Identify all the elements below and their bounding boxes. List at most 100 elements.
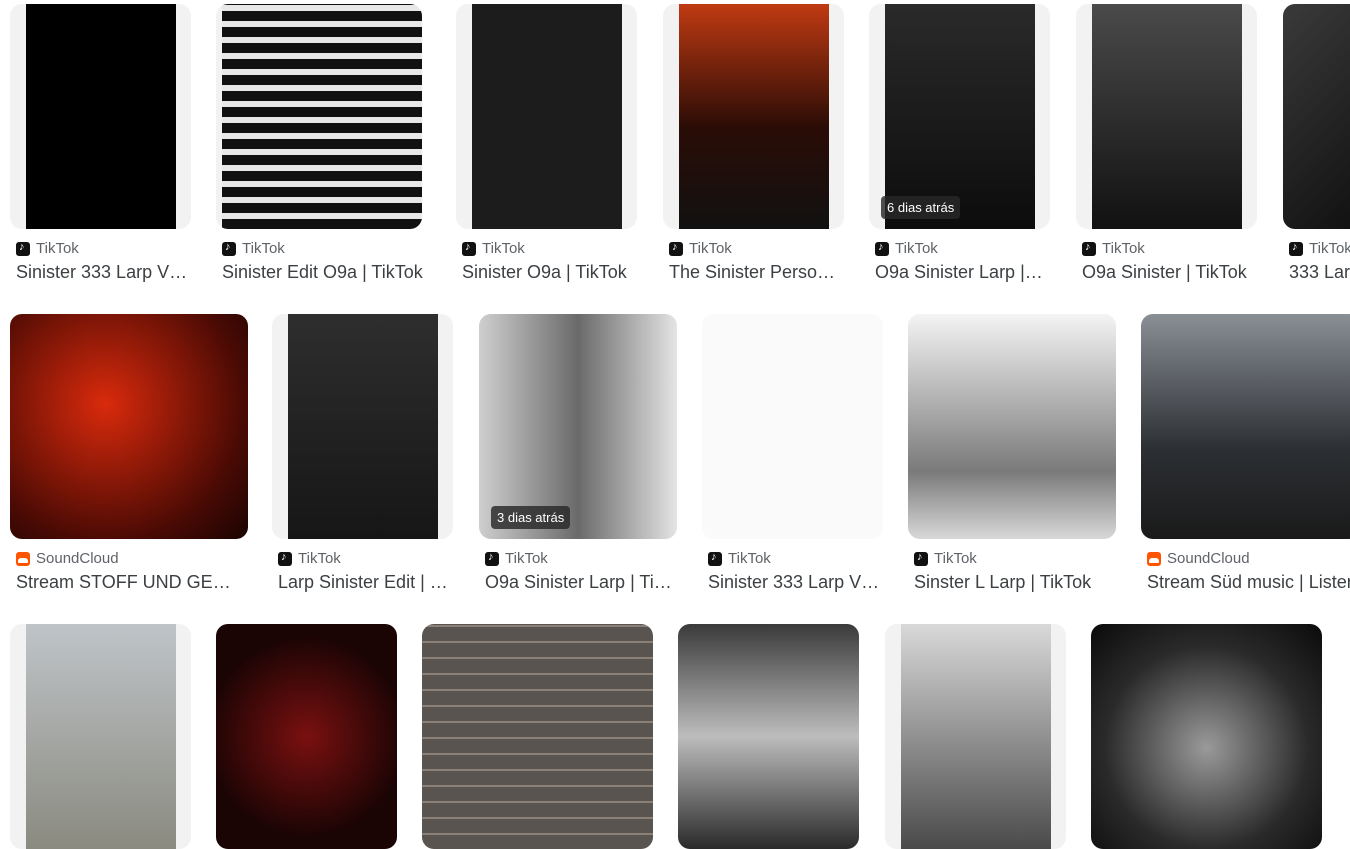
result-title[interactable]: Sinster L Larp | TikTok [914,572,1122,593]
tiktok-icon [669,241,683,256]
thumbnail-image [901,624,1051,849]
thumbnail-image [26,624,176,849]
result-source[interactable]: SoundCloud [1147,550,1250,567]
result-card[interactable]: TikTok Sinister 333 Larp V… [10,4,191,294]
result-card[interactable] [422,624,653,849]
result-card[interactable]: SoundCloud Stream STOFF UND GE… [10,314,248,604]
result-card[interactable]: 3 dias atrás TikTok O9a Sinister Larp | … [479,314,677,604]
thumbnail-image [678,624,859,849]
result-card[interactable]: TikTok Sinster L Larp | TikTok [908,314,1116,604]
result-source[interactable]: TikTok [278,550,341,567]
source-label: TikTok [1309,240,1350,257]
tiktok-icon [875,241,889,256]
result-thumbnail[interactable] [10,314,248,539]
result-title[interactable]: Sinister Edit O9a | TikTok [222,262,428,283]
source-label: TikTok [505,550,548,567]
tiktok-icon [485,551,499,566]
result-card[interactable] [216,624,397,849]
result-source[interactable]: TikTok [708,550,771,567]
result-title[interactable]: Sinister O9a | TikTok [462,262,643,283]
source-label: TikTok [895,240,938,257]
result-thumbnail[interactable] [678,624,859,849]
result-source[interactable]: TikTok [875,240,938,257]
tiktok-icon [278,551,292,566]
result-thumbnail[interactable] [1141,314,1350,539]
result-source[interactable]: TikTok [669,240,732,257]
tiktok-icon [914,551,928,566]
result-thumbnail[interactable] [216,4,422,229]
result-title[interactable]: Sinister 333 Larp V… [708,572,889,593]
source-label: TikTok [934,550,977,567]
result-title[interactable]: Larp Sinister Edit | … [278,572,459,593]
source-label: SoundCloud [36,550,119,567]
result-card[interactable]: SoundCloud Stream Süd music | Listen [1141,314,1350,604]
result-thumbnail[interactable] [1076,4,1257,229]
time-badge: 3 dias atrás [491,506,571,529]
result-card[interactable]: TikTok The Sinister Perso… [663,4,844,294]
time-badge: 6 dias atrás [881,196,961,219]
thumbnail-image [1283,4,1350,229]
result-source[interactable]: TikTok [1289,240,1350,257]
result-card[interactable] [678,624,859,849]
result-thumbnail[interactable] [272,314,453,539]
result-source[interactable]: TikTok [485,550,548,567]
result-thumbnail[interactable] [663,4,844,229]
thumbnail-image [1091,624,1322,849]
result-source[interactable]: TikTok [462,240,525,257]
result-card[interactable]: TikTok 333 Larp [1283,4,1350,294]
result-card[interactable]: TikTok Sinister Edit O9a | TikTok [216,4,423,294]
result-source[interactable]: TikTok [222,240,285,257]
thumbnail-image [702,314,883,539]
result-title[interactable]: O9a Sinister Larp |… [875,262,1056,283]
result-thumbnail[interactable] [10,624,191,849]
result-title[interactable]: Sinister 333 Larp V… [16,262,197,283]
result-thumbnail[interactable] [10,4,191,229]
result-thumbnail[interactable] [702,314,883,539]
source-label: TikTok [298,550,341,567]
thumbnail-image [26,4,176,229]
result-card[interactable] [1091,624,1322,849]
result-card[interactable]: TikTok Larp Sinister Edit | … [272,314,453,604]
result-source[interactable]: TikTok [16,240,79,257]
tiktok-icon [462,241,476,256]
result-title[interactable]: The Sinister Perso… [669,262,850,283]
source-label: TikTok [36,240,79,257]
result-card[interactable]: TikTok O9a Sinister | TikTok [1076,4,1257,294]
source-label: TikTok [728,550,771,567]
result-title[interactable]: Stream STOFF UND GE… [16,572,248,593]
result-source[interactable]: SoundCloud [16,550,119,567]
result-card[interactable] [10,624,191,849]
result-title[interactable]: O9a Sinister Larp | Ti… [485,572,683,593]
result-card[interactable]: TikTok Sinister O9a | TikTok [456,4,637,294]
thumbnail-image [472,4,622,229]
result-thumbnail[interactable] [456,4,637,229]
result-card[interactable]: TikTok Sinister 333 Larp V… [702,314,883,604]
source-label: TikTok [242,240,285,257]
result-card[interactable]: 6 dias atrás TikTok O9a Sinister Larp |… [869,4,1050,294]
thumbnail-image [222,4,422,229]
result-title[interactable]: O9a Sinister | TikTok [1082,262,1263,283]
result-thumbnail[interactable]: 3 dias atrás [479,314,677,539]
source-label: SoundCloud [1167,550,1250,567]
result-source[interactable]: TikTok [914,550,977,567]
tiktok-icon [16,241,30,256]
result-title[interactable]: 333 Larp [1289,262,1350,283]
result-thumbnail[interactable] [1091,624,1322,849]
thumbnail-image [10,314,248,539]
result-thumbnail[interactable] [908,314,1116,539]
soundcloud-icon [1147,551,1161,566]
result-thumbnail[interactable] [885,624,1066,849]
thumbnail-image [422,624,653,849]
result-title[interactable]: Stream Süd music | Listen [1147,572,1350,593]
result-source[interactable]: TikTok [1082,240,1145,257]
source-label: TikTok [1102,240,1145,257]
result-thumbnail[interactable] [1283,4,1350,229]
soundcloud-icon [16,551,30,566]
thumbnail-image [216,624,397,849]
result-thumbnail[interactable]: 6 dias atrás [869,4,1050,229]
thumbnail-image [908,314,1116,539]
result-thumbnail[interactable] [422,624,653,849]
source-label: TikTok [482,240,525,257]
result-card[interactable] [885,624,1066,849]
result-thumbnail[interactable] [216,624,397,849]
